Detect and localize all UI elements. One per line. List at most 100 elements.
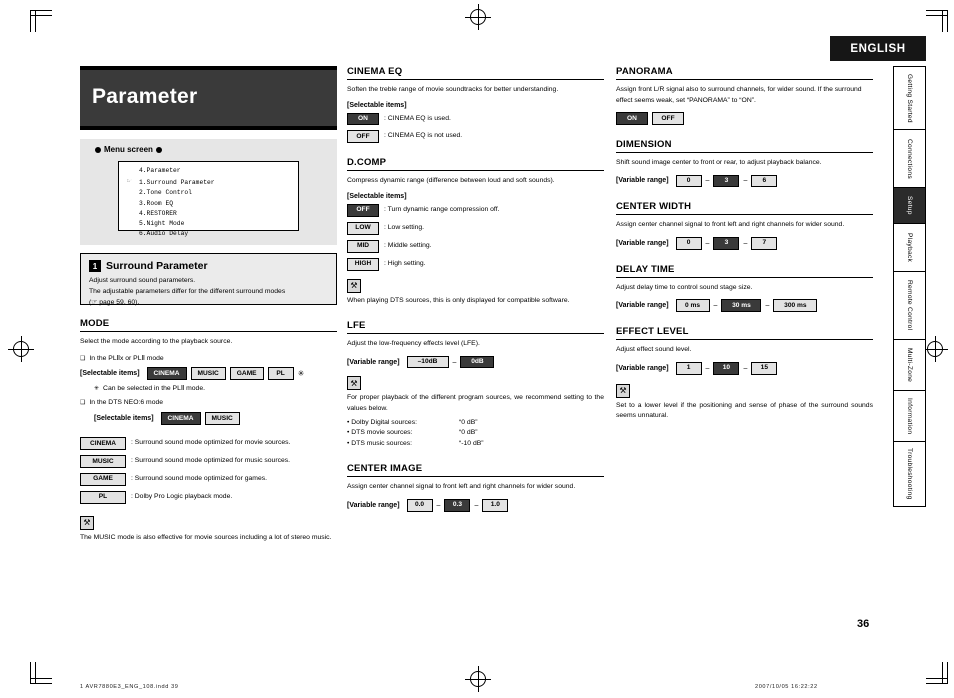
chip-lfe-min[interactable]: –10dB: [406, 355, 449, 369]
side-tab-connections[interactable]: Connections: [893, 129, 926, 188]
chip-center-width-current[interactable]: 3: [713, 236, 740, 250]
footer-left: 1 AVR7880E3_ENG_108.indd 39: [80, 684, 179, 690]
definition-game-text: : Surround sound mode optimized for game…: [131, 474, 268, 482]
lfe-variable-range-row: [Variable range] –10dB – 0dB: [347, 355, 604, 369]
section-title-panorama: PANORAMA: [616, 66, 873, 80]
side-tab-information[interactable]: Information: [893, 390, 926, 442]
chip-center-image-current[interactable]: 0.3: [444, 498, 471, 512]
chip-effect-level-current[interactable]: 10: [713, 361, 740, 375]
chip-off[interactable]: OFF: [347, 203, 379, 217]
callout-number-badge: 1: [89, 260, 101, 272]
chip-center-width-max[interactable]: 7: [751, 236, 778, 250]
dcomp-option-off: OFF : Turn dynamic range compression off…: [347, 203, 604, 217]
language-tab: ENGLISH: [830, 36, 926, 61]
dcomp-option-low: LOW : Low setting.: [347, 221, 604, 235]
column-left: MODE Select the mode according to the pl…: [80, 318, 337, 549]
chip-delay-time-min[interactable]: 0 ms: [675, 299, 710, 313]
menu-item-night-mode[interactable]: 5.Night Mode: [125, 219, 294, 229]
panorama-range-row: ON OFF: [616, 112, 873, 125]
corner-mark-bl: [30, 662, 52, 684]
side-tab-label: Multi-Zone: [906, 347, 913, 383]
cinema-eq-option-off: OFF : CINEMA EQ is not used.: [347, 130, 604, 144]
section-title-center-image: CENTER IMAGE: [347, 463, 604, 478]
lfe-description: Adjust the low-frequency effects level (…: [347, 340, 480, 348]
menu-screen-header: 4.Parameter: [139, 167, 181, 174]
lfe-rec-dts-movie-label: • DTS movie sources:: [347, 429, 413, 437]
chip-delay-time-current[interactable]: 30 ms: [721, 299, 762, 313]
chip-off[interactable]: OFF: [347, 130, 379, 144]
menu-item-restorer[interactable]: 4.RESTORER: [125, 209, 294, 219]
side-tab-label: Setup: [906, 196, 913, 215]
side-tab-playback[interactable]: Playback: [893, 223, 926, 272]
delay-time-variable-range-row: [Variable range] 0 ms – 30 ms – 300 ms: [616, 299, 873, 313]
side-index-tabs: Getting Started Connections Setup Playba…: [893, 66, 926, 507]
chip-dimension-max[interactable]: 6: [751, 174, 778, 188]
cinema-eq-items-label: [Selectable items]: [347, 101, 407, 109]
page-number: 36: [857, 618, 870, 630]
delay-time-range-label: [Variable range]: [616, 302, 669, 310]
center-width-variable-range-row: [Variable range] 0 – 3 – 7: [616, 236, 873, 250]
definition-music: MUSIC : Surround sound mode optimized fo…: [80, 455, 337, 468]
chip-music[interactable]: MUSIC: [190, 367, 226, 381]
chip-delay-time-max[interactable]: 300 ms: [773, 299, 818, 313]
effect-level-note: Set to a lower level if the positioning …: [616, 401, 873, 420]
mode-description: Select the mode according to the playbac…: [80, 338, 233, 345]
panorama-description: Assign front L/R signal also to surround…: [616, 86, 862, 104]
menu-item-room-eq[interactable]: 3.Room EQ: [125, 199, 294, 209]
side-tab-troubleshooting[interactable]: Troubleshooting: [893, 441, 926, 507]
definition-pl: PL : Dolby Pro Logic playback mode.: [80, 490, 337, 504]
menu-item-tone-control[interactable]: 2.Tone Control: [125, 188, 294, 198]
chip-center-image-max[interactable]: 1.0: [482, 498, 509, 512]
page-root: ENGLISH Getting Started Connections Setu…: [0, 0, 954, 698]
chip-cinema[interactable]: CINEMA: [146, 367, 187, 381]
wrench-icon: ⚒: [347, 278, 361, 293]
crop-mark-left: [8, 336, 34, 362]
chip-low[interactable]: LOW: [347, 221, 379, 235]
chip-effect-level-max[interactable]: 15: [751, 361, 778, 375]
chip-dimension-current[interactable]: 3: [713, 174, 740, 188]
section-title-dimension: DIMENSION: [616, 139, 873, 153]
section-title-dcomp: D.COMP: [347, 157, 604, 172]
side-tab-remote-control[interactable]: Remote Control: [893, 271, 926, 340]
side-tab-setup[interactable]: Setup: [893, 187, 926, 224]
chip-panorama-on[interactable]: ON: [616, 112, 648, 125]
menu-item-surround-parameter[interactable]: 1.Surround Parameter: [125, 177, 294, 189]
center-image-variable-range-row: [Variable range] 0.0 – 0.3 – 1.0: [347, 498, 604, 512]
dimension-description: Shift sound image center to front or rea…: [616, 158, 822, 166]
chip-mid[interactable]: MID: [347, 239, 379, 253]
side-tab-multi-zone[interactable]: Multi-Zone: [893, 339, 926, 391]
definition-music-text: : Surround sound mode optimized for musi…: [131, 457, 291, 464]
asterisk-marker: ✳: [297, 369, 305, 379]
mode-note: The MUSIC mode is also effective for mov…: [80, 533, 332, 541]
side-tab-getting-started[interactable]: Getting Started: [893, 66, 926, 130]
chip-panorama-off[interactable]: OFF: [652, 112, 684, 125]
dcomp-description: Compress dynamic range (difference betwe…: [347, 177, 555, 185]
chip-on[interactable]: ON: [347, 112, 379, 126]
center-image-range-label: [Variable range]: [347, 501, 400, 509]
chip-music-2[interactable]: MUSIC: [204, 412, 240, 426]
chip-high[interactable]: HIGH: [347, 257, 379, 271]
chip-dimension-min[interactable]: 0: [675, 174, 702, 188]
chip-center-width-min[interactable]: 0: [675, 236, 702, 250]
menu-item-audio-delay[interactable]: 6.Audio Delay: [125, 229, 294, 239]
chip-game[interactable]: GAME: [229, 367, 264, 381]
chip-center-image-min[interactable]: 0.0: [406, 498, 433, 512]
chip-effect-level-min[interactable]: 1: [675, 361, 702, 375]
section-title-mode: MODE: [80, 318, 337, 332]
page-title-banner: Parameter: [80, 66, 337, 126]
menu-screen-label-text: Menu screen: [104, 145, 153, 154]
side-tab-label: Troubleshooting: [906, 448, 913, 500]
wrench-icon: ⚒: [80, 515, 94, 530]
callout-line-2: The adjustable parameters differ for the…: [89, 288, 286, 296]
chip-music-def: MUSIC: [80, 455, 126, 468]
chip-lfe-current[interactable]: 0dB: [460, 355, 495, 369]
callout-title: Surround Parameter: [106, 260, 208, 272]
mode-footnote: Can be selected in the PLⅡ mode.: [94, 384, 337, 392]
effect-level-variable-range-row: [Variable range] 1 – 10 – 15: [616, 361, 873, 375]
wrench-icon: ⚒: [347, 376, 361, 391]
callout-heading: 1 Surround Parameter: [89, 260, 328, 272]
chip-pl[interactable]: PL: [267, 367, 294, 381]
lfe-rec-dts-movie: • DTS movie sources: “0 dB”: [347, 428, 604, 439]
chip-cinema-2[interactable]: CINEMA: [160, 412, 201, 426]
cinema-eq-option-on: ON : CINEMA EQ is used.: [347, 112, 604, 126]
